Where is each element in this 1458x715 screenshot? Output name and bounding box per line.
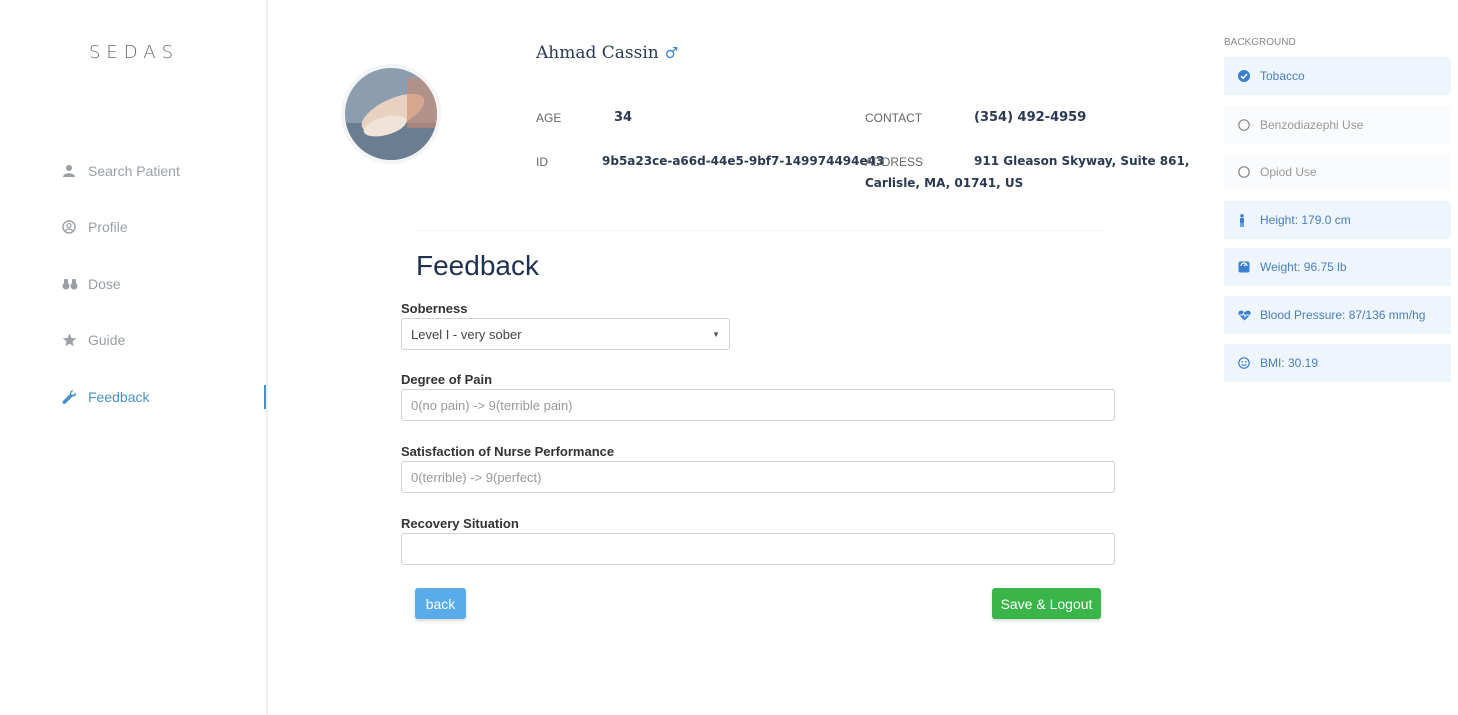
background-item-label: Weight: 96.75 lb <box>1260 260 1347 274</box>
user-icon <box>62 164 88 178</box>
contact-value: (354) 492-4959 <box>974 110 1087 125</box>
sidebar-item-guide[interactable]: Guide <box>62 328 125 352</box>
age-value: 34 <box>614 110 633 125</box>
pain-label: Degree of Pain <box>401 372 493 387</box>
sidebar-item-label: Search Patient <box>88 163 180 179</box>
pain-input[interactable]: 0(no pain) -> 9(terrible pain) <box>401 389 1115 421</box>
patient-name-text: Ahmad Cassin <box>536 43 659 63</box>
background-item-tobacco[interactable]: Tobacco <box>1224 57 1451 95</box>
id-label: ID <box>536 155 548 169</box>
sidebar-item-search-patient[interactable]: Search Patient <box>62 159 180 183</box>
sidebar-item-label: Feedback <box>88 389 150 405</box>
background-item-opiod[interactable]: Opiod Use <box>1224 153 1451 191</box>
background-item-label: Tobacco <box>1260 69 1305 83</box>
circle-icon <box>1238 166 1260 178</box>
background-item-label: BMI: 30.19 <box>1260 356 1319 370</box>
background-item-blood-pressure: Blood Pressure: 87/136 mm/hg <box>1224 296 1451 334</box>
background-item-benzodiazephi[interactable]: Benzodiazephi Use <box>1224 106 1451 144</box>
heartbeat-icon <box>1238 310 1260 321</box>
user-circle-icon <box>62 220 88 234</box>
background-title: BACKGROUND <box>1224 37 1296 48</box>
caret-down-icon: ▼ <box>712 329 720 339</box>
address-line2: Carlisle, MA, 01741, US <box>865 176 1024 190</box>
page-title: Feedback <box>416 250 539 281</box>
wrench-icon <box>62 389 88 405</box>
background-item-label: Height: 179.0 cm <box>1260 213 1351 227</box>
scale-icon <box>1238 261 1260 273</box>
sidebar-item-label: Profile <box>88 219 128 235</box>
soberness-label: Soberness <box>401 301 468 316</box>
nurse-satisfaction-label: Satisfaction of Nurse Performance <box>401 444 615 459</box>
sidebar-item-label: Dose <box>88 276 121 292</box>
soberness-select[interactable]: Level I - very sober ▼ <box>401 318 730 350</box>
soberness-value: Level I - very sober <box>411 326 522 342</box>
male-icon: ♂ <box>664 44 679 62</box>
circle-icon <box>1238 119 1260 131</box>
save-logout-button[interactable]: Save & Logout <box>992 588 1101 619</box>
contact-label: CONTACT <box>865 111 923 125</box>
star-icon <box>62 333 88 347</box>
back-button[interactable]: back <box>415 588 466 619</box>
binoculars-icon <box>62 277 88 291</box>
person-icon <box>1238 213 1260 227</box>
background-item-label: Blood Pressure: 87/136 mm/hg <box>1260 308 1426 322</box>
recovery-input[interactable] <box>401 533 1115 565</box>
background-item-label: Benzodiazephi Use <box>1260 118 1364 132</box>
active-indicator <box>264 385 266 409</box>
recovery-label: Recovery Situation <box>401 516 519 531</box>
sidebar-item-feedback[interactable]: Feedback <box>62 385 149 409</box>
patient-avatar <box>345 68 437 160</box>
sidebar-item-dose[interactable]: Dose <box>62 272 121 296</box>
check-circle-icon <box>1238 70 1260 82</box>
smile-icon <box>1238 357 1260 369</box>
background-item-height: Height: 179.0 cm <box>1224 201 1451 239</box>
sidebar-item-profile[interactable]: Profile <box>62 215 128 239</box>
address-line1: 911 Gleason Skyway, Suite 861, <box>974 154 1190 168</box>
divider <box>415 230 1105 231</box>
id-value: 9b5a23ce-a66d-44e5-9bf7-149974494e43 <box>602 154 885 168</box>
sidebar: SEDAS Search Patient Profile Dose Guide … <box>0 0 268 715</box>
background-item-bmi: BMI: 30.19 <box>1224 344 1451 382</box>
background-item-label: Opiod Use <box>1260 165 1317 179</box>
age-label: AGE <box>536 111 562 125</box>
background-item-weight: Weight: 96.75 lb <box>1224 248 1451 286</box>
nurse-satisfaction-input[interactable]: 0(terrible) -> 9(perfect) <box>401 461 1115 493</box>
address-label: ADDRESS <box>865 155 924 169</box>
sidebar-item-label: Guide <box>88 332 126 348</box>
brand-logo: SEDAS <box>88 42 180 63</box>
patient-name: Ahmad Cassin ♂ <box>536 43 678 63</box>
